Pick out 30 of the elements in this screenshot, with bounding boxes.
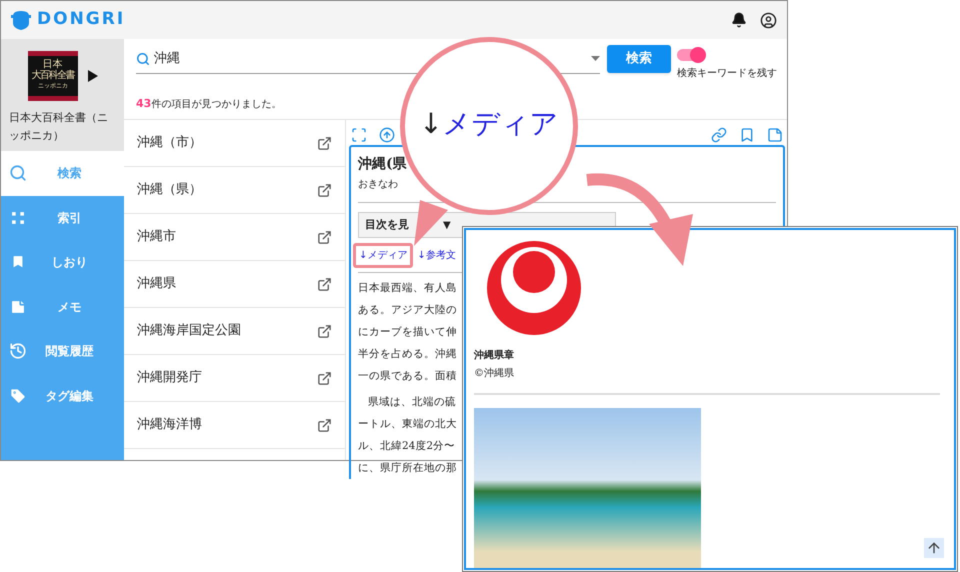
cover-title: 日本 [42,60,62,70]
book-title: 日本大百科全書（ニッポニカ） [9,110,109,144]
cover-title: 大百科全書 [31,70,74,82]
app-logo-text: DONGRI [37,8,126,32]
result-list-item[interactable]: 沖縄（県） [124,167,345,214]
article-text-line: ある。アジア大陸の [358,303,457,318]
article-text-line: 一の県である。面積 [358,369,457,384]
article-reading: おきなわ [358,178,399,192]
result-list-item[interactable]: 沖縄市 [124,214,345,261]
media-caption: 沖縄県章 [474,348,515,363]
result-list-item[interactable]: 沖縄開発庁 [124,355,345,402]
result-list-item[interactable]: 沖縄海洋博 [124,402,345,449]
anchor-link[interactable]: ↓参考文 [417,248,456,262]
result-list-item[interactable]: 沖縄県 [124,261,345,308]
keep-keyword-label: 検索キーワードを残す [677,66,777,81]
result-list-item[interactable]: 沖縄（市） [124,120,345,167]
article-text-line: 日本最西端、有人島 [358,281,457,296]
article-title: 沖縄(県 [358,155,407,174]
result-list-item[interactable]: 沖縄海岸国定公園 [124,308,345,355]
callout-media-label: メディア [442,106,559,142]
article-text-line: ル、北緯24度2分〜 [358,439,456,454]
callout-arrow: ↓ [419,106,443,142]
article-text-line: にカーブを描いて伸 [358,325,457,340]
article-text-line: に、県庁所在地の那 [358,461,457,476]
anchor-link[interactable]: ↓メディア [353,242,414,268]
media-credit: ©沖縄県 [474,366,515,381]
article-text-line: 県域は、北端の硫 [367,395,456,410]
result-count-text: 43件の項目が見つかりました。 [136,99,282,110]
article-text-line: 半分を占める。沖縄 [358,347,457,362]
article-text-line: ートル、東端の北大 [358,417,457,432]
